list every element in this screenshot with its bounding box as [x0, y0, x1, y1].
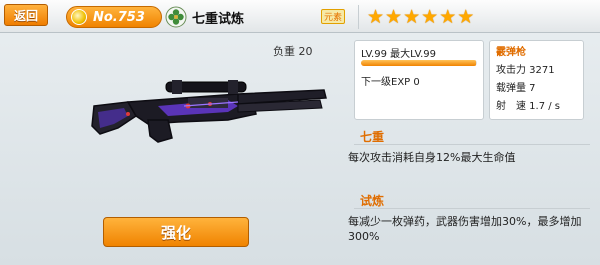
upgrade-button[interactable]: 强化 — [103, 217, 249, 247]
skill-title: 七重 — [360, 130, 385, 144]
clover-emblem-icon — [165, 6, 187, 28]
star-icon: ★ — [439, 5, 457, 28]
star-icon: ★ — [403, 5, 421, 28]
star-rating: ★ ★ ★ ★ ★ ★ — [358, 5, 578, 29]
ammo-stat: 载弹量 7 — [496, 83, 536, 94]
skill-title: 试炼 — [360, 194, 385, 208]
weapon-number-badge: No.753 — [66, 6, 162, 28]
next-exp-text: 下一级EXP 0 — [361, 77, 420, 88]
skill-description: 每减少一枚弹药，武器伤害增加30%，最多增加300% — [348, 215, 582, 243]
star-icon: ★ — [385, 5, 403, 28]
element-badge: 元素 — [321, 9, 345, 24]
weapon-type: 霰弹枪 — [496, 47, 526, 58]
weapon-name: 七重试炼 — [192, 12, 245, 27]
back-button[interactable]: 返回 — [4, 4, 48, 26]
star-icon: ★ — [457, 5, 475, 28]
weapon-number: No.753 — [93, 9, 145, 25]
stats-panel: 霰弹枪 攻击力 3271 载弹量 7 射 速 1.7 / s — [489, 40, 584, 120]
star-icon: ★ — [367, 5, 385, 28]
level-text: LV.99 最大LV.99 — [361, 49, 437, 60]
divider — [354, 144, 590, 145]
attack-stat: 攻击力 3271 — [496, 65, 555, 76]
star-icon: ★ — [421, 5, 439, 28]
exp-bar-fill — [361, 60, 476, 66]
weight-label: 负重 20 — [273, 45, 313, 58]
shotgun-image — [91, 80, 327, 143]
exp-bar — [361, 60, 477, 66]
coin-icon — [71, 9, 87, 25]
level-panel: LV.99 最大LV.99 下一级EXP 0 — [354, 40, 484, 120]
fire-rate-stat: 射 速 1.7 / s — [496, 101, 561, 112]
skill-description: 每次攻击消耗自身12%最大生命值 — [348, 151, 516, 164]
top-bar: 返回 No.753 七重试炼 元素 ★ ★ ★ ★ ★ ★ — [0, 0, 600, 33]
divider — [354, 208, 590, 209]
